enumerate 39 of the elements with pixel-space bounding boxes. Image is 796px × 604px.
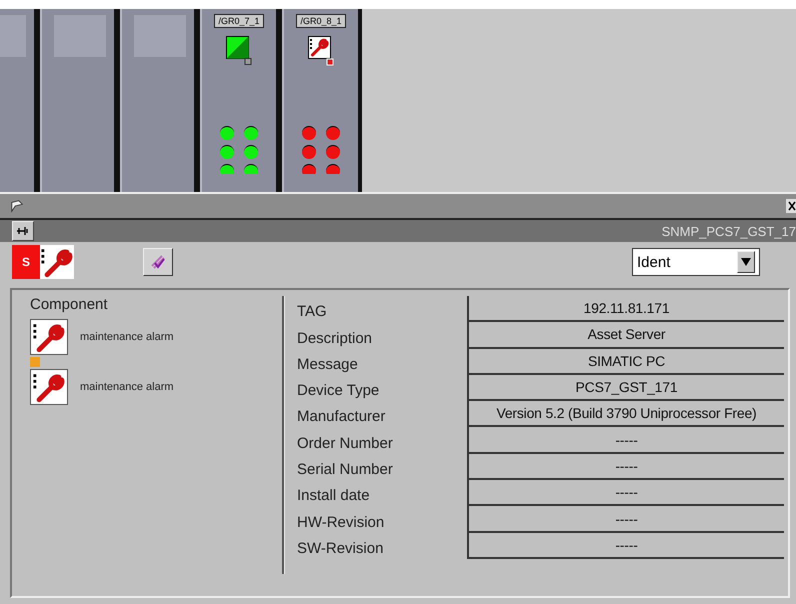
rack-module[interactable]: /GR0_8_1 (282, 9, 358, 192)
field-label: Device Type (297, 381, 380, 402)
maintenance-icon (30, 319, 68, 355)
status-badge: S (12, 245, 40, 279)
acknowledge-button[interactable] (143, 248, 173, 276)
field-label: TAG (297, 302, 328, 322)
field-label: Manufacturer (297, 407, 386, 428)
close-icon[interactable] (786, 199, 796, 213)
view-dropdown[interactable]: Ident (632, 248, 760, 276)
module-label: /GR0_7_1 (214, 14, 264, 28)
component-text: maintenance alarm (80, 331, 174, 343)
field-value: Version 5.2 (Build 3790 Uniprocessor Free) (467, 401, 784, 428)
field-value: Asset Server (467, 322, 784, 349)
field-value: SIMATIC PC (467, 348, 784, 375)
field-label: Install date (297, 486, 371, 506)
pin-icon (16, 225, 30, 237)
field-label: HW-Revision (297, 512, 386, 533)
field-label: Order Number (297, 434, 394, 454)
field-value: ----- (467, 427, 784, 454)
field-value: 192.11.81.171 (467, 296, 784, 322)
field-label: Serial Number (297, 460, 394, 480)
column-heading: Component (30, 296, 109, 313)
window-title: SNMP_PCS7_GST_17 (662, 224, 796, 238)
field-label: Message (297, 354, 359, 375)
module-label: /GR0_8_1 (296, 14, 346, 28)
pin-button[interactable] (12, 221, 34, 241)
field-value: ----- (467, 454, 784, 480)
field-value: ----- (467, 480, 784, 506)
field-label: SW-Revision (297, 538, 384, 559)
field-value: ----- (467, 506, 784, 533)
check-icon (150, 254, 166, 270)
maintenance-icon (30, 369, 68, 405)
window-icon (10, 199, 24, 213)
rack-module[interactable]: /GR0_7_1 (200, 9, 276, 192)
field-value: ----- (467, 532, 784, 559)
component-text: maintenance alarm (80, 381, 174, 393)
field-value: PCS7_GST_171 (467, 374, 784, 402)
maintenance-icon (40, 245, 74, 279)
field-label: Description (297, 328, 374, 349)
